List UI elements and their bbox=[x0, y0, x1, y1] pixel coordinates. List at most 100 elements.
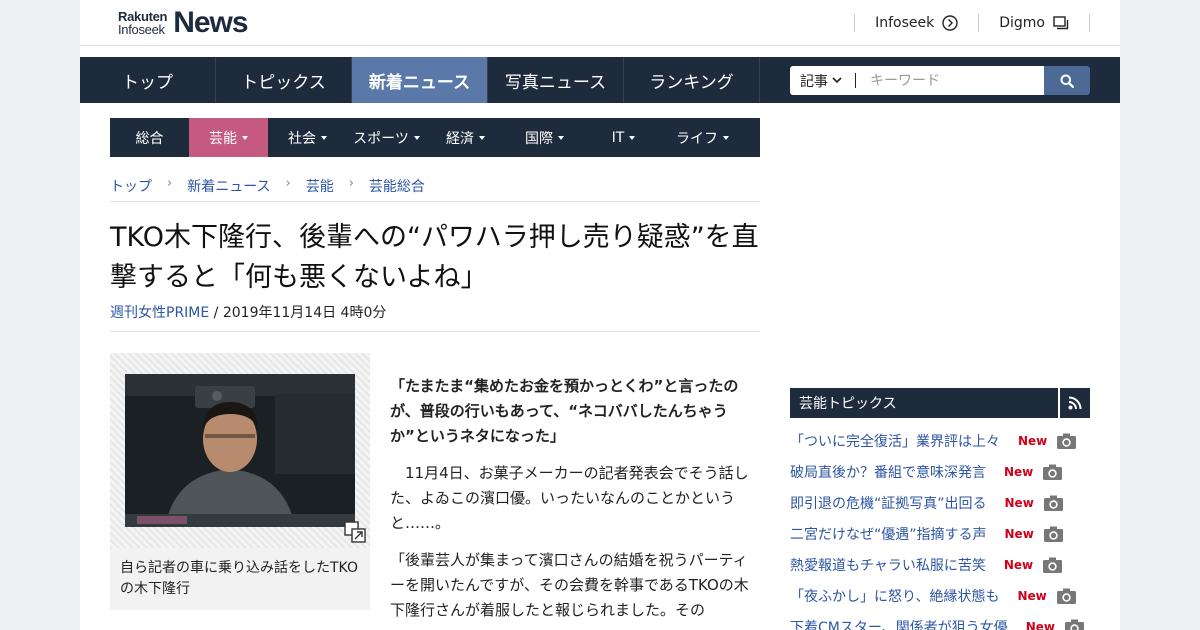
page: Rakuten Infoseek News Infoseek Digmo トップ… bbox=[80, 0, 1120, 630]
list-item: 熱愛報道もチャラい私服に苦笑 New bbox=[790, 549, 1100, 580]
caret-down-icon bbox=[723, 136, 729, 140]
category-life[interactable]: ライフ bbox=[663, 118, 742, 157]
article-paragraph: 11月4日、お菓子メーカーの記者発表会でそう話した、よゐこの濱口優。いったいなん… bbox=[390, 464, 749, 532]
category-label: IT bbox=[611, 129, 625, 146]
search-input[interactable] bbox=[856, 66, 1044, 95]
nav-top[interactable]: トップ bbox=[80, 57, 216, 103]
topic-link[interactable]: 下着CMスター、関係者が狙う女優 bbox=[790, 617, 1008, 630]
caret-down-icon bbox=[558, 136, 564, 140]
sidebar-topics-title: 芸能トピックス bbox=[790, 388, 1060, 418]
topic-link[interactable]: 破局直後か？番組で意味深発言 bbox=[790, 462, 986, 482]
windows-icon bbox=[1053, 16, 1069, 30]
breadcrumb-top[interactable]: トップ bbox=[110, 176, 152, 201]
main-nav: トップ トピックス 新着ニュース 写真ニュース ランキング 記事 bbox=[80, 57, 1120, 103]
list-item: 「ついに完全復活」業界評は上々 New bbox=[790, 425, 1100, 456]
article-title: TKO木下隆行、後輩への“パワハラ押し売り疑惑”を直撃すると「何も悪くないよね」 bbox=[110, 222, 759, 293]
nav-topics[interactable]: トピックス bbox=[216, 57, 352, 103]
category-label: 芸能 bbox=[209, 130, 237, 147]
article-lead: 「たまたま“集めたお金を預かっとくわ”と言ったのが、普段の行いもあって、“ネコバ… bbox=[390, 377, 739, 445]
divider bbox=[110, 331, 760, 332]
search-button[interactable] bbox=[1044, 66, 1090, 95]
logo-wordmark-small: Rakuten Infoseek bbox=[118, 10, 168, 37]
camera-icon bbox=[1065, 619, 1084, 630]
digmo-link[interactable]: Digmo bbox=[978, 14, 1090, 32]
list-item: 「夜ふかし」に怒り、絶縁状態も New bbox=[790, 580, 1100, 611]
search-type-label: 記事 bbox=[800, 73, 828, 90]
site-logo[interactable]: Rakuten Infoseek News bbox=[118, 6, 249, 39]
category-label: 総合 bbox=[135, 130, 164, 147]
category-general[interactable]: 総合 bbox=[110, 118, 189, 157]
category-label: 社会 bbox=[288, 130, 316, 147]
external-links: Infoseek Digmo bbox=[854, 14, 1090, 32]
chevron-right-icon: › bbox=[285, 176, 291, 191]
breadcrumb-entertainment[interactable]: 芸能 bbox=[306, 176, 334, 201]
new-badge: New bbox=[1003, 557, 1034, 572]
article-source-link[interactable]: 週刊女性PRIME bbox=[110, 305, 209, 321]
logo-infoseek-text: Infoseek bbox=[118, 22, 165, 37]
category-nav: 総合 芸能 社会 スポーツ 経済 国際 IT ライフ bbox=[110, 118, 760, 157]
breadcrumb-new-news[interactable]: 新着ニュース bbox=[187, 176, 270, 201]
article-paragraph: 「後輩芸人が集まって濱口さんの結婚を祝うパーティーを開いたんですが、その会費を幹… bbox=[390, 551, 749, 619]
caret-down-icon bbox=[321, 136, 327, 140]
chevron-right-icon: › bbox=[167, 176, 173, 191]
topic-link[interactable]: 即引退の危機“証拠写真”出回る bbox=[790, 493, 987, 513]
photo-caption: 自ら記者の車に乗り込み話をしたTKOの木下隆行 bbox=[120, 560, 358, 597]
circle-arrow-icon bbox=[942, 15, 958, 31]
camera-icon bbox=[1043, 495, 1063, 511]
list-item: 二宮だけなぜ“優遇”指摘する声 New bbox=[790, 518, 1100, 549]
search-form: 記事 bbox=[790, 66, 1090, 95]
caret-down-icon bbox=[413, 136, 420, 140]
photo-frame bbox=[110, 353, 370, 548]
chevron-down-icon bbox=[832, 77, 842, 84]
breadcrumb: トップ › 新着ニュース › 芸能 › 芸能総合 bbox=[110, 176, 760, 202]
photo-illustration bbox=[125, 374, 355, 527]
rss-button[interactable] bbox=[1060, 388, 1090, 418]
logo-news-text: News bbox=[173, 6, 248, 39]
topic-link[interactable]: 二宮だけなぜ“優遇”指摘する声 bbox=[790, 524, 987, 544]
sidebar-topics-header: 芸能トピックス bbox=[790, 388, 1090, 418]
caret-down-icon bbox=[479, 136, 485, 140]
topic-link[interactable]: 熱愛報道もチャラい私服に苦笑 bbox=[790, 555, 986, 575]
expand-photo-icon[interactable] bbox=[344, 521, 366, 543]
chevron-right-icon: › bbox=[348, 176, 354, 191]
new-badge: New bbox=[1025, 619, 1055, 630]
caret-down-icon bbox=[629, 136, 636, 140]
nav-photo-news[interactable]: 写真ニュース bbox=[488, 57, 624, 103]
list-item: 破局直後か？番組で意味深発言 New bbox=[790, 456, 1100, 487]
topic-link[interactable]: 「夜ふかし」に怒り、絶縁状態も bbox=[790, 586, 999, 606]
category-label: ライフ bbox=[676, 130, 718, 147]
new-badge: New bbox=[1004, 495, 1034, 510]
category-it[interactable]: IT bbox=[584, 118, 663, 157]
nav-new-news[interactable]: 新着ニュース bbox=[352, 57, 488, 103]
list-item: 即引退の危機“証拠写真”出回る New bbox=[790, 487, 1100, 518]
rss-icon bbox=[1068, 396, 1082, 410]
infoseek-link-label: Infoseek bbox=[875, 15, 935, 31]
sidebar-topics-list: 「ついに完全復活」業界評は上々 New 破局直後か？番組で意味深発言 New 即… bbox=[790, 425, 1100, 630]
digmo-link-label: Digmo bbox=[999, 15, 1045, 31]
category-label: スポーツ bbox=[353, 130, 409, 147]
new-badge: New bbox=[1004, 464, 1034, 479]
category-economy[interactable]: 経済 bbox=[426, 118, 505, 157]
top-bar: Rakuten Infoseek News Infoseek Digmo bbox=[80, 0, 1120, 46]
infoseek-link[interactable]: Infoseek bbox=[854, 14, 978, 32]
category-sports[interactable]: スポーツ bbox=[347, 118, 426, 157]
category-entertainment[interactable]: 芸能 bbox=[189, 118, 268, 157]
new-badge: New bbox=[1017, 588, 1047, 603]
nav-ranking[interactable]: ランキング bbox=[624, 57, 760, 103]
topic-link[interactable]: 「ついに完全復活」業界評は上々 bbox=[790, 431, 1000, 451]
camera-icon bbox=[1056, 588, 1076, 604]
camera-icon bbox=[1043, 464, 1063, 480]
article-body: 「たまたま“集めたお金を預かっとくわ”と言ったのが、普段の行いもあって、“ネコバ… bbox=[390, 374, 762, 630]
article-photo[interactable] bbox=[125, 374, 355, 527]
list-item: 下着CMスター、関係者が狙う女優 New bbox=[790, 611, 1100, 630]
search-type-select[interactable]: 記事 bbox=[790, 66, 856, 95]
camera-icon bbox=[1057, 433, 1077, 449]
camera-icon bbox=[1043, 557, 1063, 573]
category-label: 国際 bbox=[525, 130, 553, 147]
breadcrumb-entertainment-general[interactable]: 芸能総合 bbox=[369, 176, 425, 201]
category-international[interactable]: 国際 bbox=[505, 118, 584, 157]
category-society[interactable]: 社会 bbox=[268, 118, 347, 157]
search-icon bbox=[1060, 74, 1074, 88]
category-label: 経済 bbox=[446, 130, 474, 147]
article-date: / 2019年11月14日 4時0分 bbox=[209, 305, 387, 321]
